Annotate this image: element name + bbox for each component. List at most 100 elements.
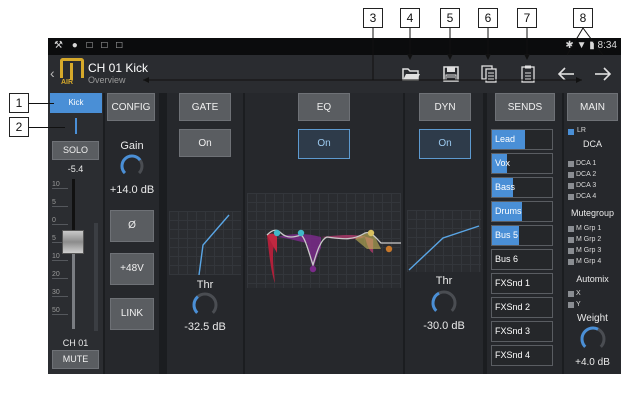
weight-value: +4.0 dB <box>575 357 610 368</box>
fader-scale-tick: 20 <box>52 271 68 279</box>
gate-thr-knob[interactable] <box>191 291 219 319</box>
sends-button[interactable]: SENDS <box>495 93 555 121</box>
send-label: Bus 5 <box>495 230 519 240</box>
send-label: Vox <box>495 158 511 168</box>
send-row[interactable]: Bus 5 <box>491 225 553 246</box>
send-row[interactable]: Drums <box>491 201 553 222</box>
eq-on-button[interactable]: On <box>298 129 350 159</box>
gate-thr-value: -32.5 dB <box>184 321 226 333</box>
phantom-48v-button[interactable]: +48V <box>110 253 154 285</box>
paste-icon[interactable] <box>518 64 538 84</box>
callout-4: 4 <box>400 8 420 28</box>
back-arrow-icon[interactable] <box>556 64 576 84</box>
automix-label: Y <box>576 301 581 308</box>
channel-title: CH 01 Kick <box>88 61 149 75</box>
dca-checkbox[interactable] <box>568 183 574 189</box>
status-time: ✱ ▼ ▮ 8:34 <box>565 40 617 51</box>
send-label: Drums <box>495 206 522 216</box>
callout-8: 8 <box>573 8 593 28</box>
mutegroup-checkbox[interactable] <box>568 226 574 232</box>
send-label: FXSnd 2 <box>495 302 531 312</box>
mutegroup-checkbox[interactable] <box>568 259 574 265</box>
send-row[interactable]: FXSnd 3 <box>491 321 553 342</box>
copy-icon[interactable] <box>479 64 499 84</box>
gate-section: GATE On Thr -32.5 dB <box>167 93 243 374</box>
save-icon[interactable] <box>441 64 461 84</box>
send-row[interactable]: Vox <box>491 153 553 174</box>
level-meter <box>94 223 98 331</box>
sends-section: SENDS Lead Vox Bass Drums Bus 5 Bus 6 FXSnd 1 F… <box>487 93 562 374</box>
dyn-thr-value: -30.0 dB <box>423 320 465 332</box>
dca-title: DCA <box>582 139 602 149</box>
eq-curve-graph[interactable] <box>247 193 401 288</box>
phase-button[interactable]: Ø <box>110 210 154 242</box>
dyn-curve-graph[interactable] <box>407 210 481 272</box>
send-row[interactable]: Bus 6 <box>491 249 553 270</box>
callout-7: 7 <box>517 8 537 28</box>
forward-arrow-icon[interactable] <box>593 64 613 84</box>
send-row[interactable]: FXSnd 4 <box>491 345 553 366</box>
fader-scale-tick: 0 <box>52 217 68 225</box>
callout-2: 2 <box>9 117 29 137</box>
dyn-section: DYN On Thr -30.0 dB <box>405 93 483 374</box>
channel-strip: Kick SOLO -5.4 10 5 0 5 10 20 30 50 CH 01 MUTE <box>48 93 103 374</box>
gain-knob[interactable] <box>119 153 145 179</box>
send-row[interactable]: Bass <box>491 177 553 198</box>
automix-checkbox[interactable] <box>568 291 574 297</box>
send-row[interactable]: Lead <box>491 129 553 150</box>
send-label: FXSnd 4 <box>495 350 531 360</box>
fader-scale-tick: 30 <box>52 289 68 297</box>
dca-checkbox[interactable] <box>568 161 574 167</box>
send-row[interactable]: FXSnd 1 <box>491 273 553 294</box>
eq-curve <box>266 229 401 283</box>
gate-on-button[interactable]: On <box>179 129 231 157</box>
dyn-curve <box>408 225 480 271</box>
lr-checkbox[interactable] <box>568 129 574 135</box>
mute-button[interactable]: MUTE <box>52 350 99 369</box>
dyn-thr-knob[interactable] <box>430 289 458 317</box>
callout-1: 1 <box>9 93 29 113</box>
gate-curve-graph[interactable] <box>169 211 241 276</box>
config-section: CONFIG Gain +14.0 dB Ø +48V LINK <box>105 93 159 374</box>
send-row[interactable]: FXSnd 2 <box>491 297 553 318</box>
dca-checkbox[interactable] <box>568 172 574 178</box>
solo-button[interactable]: SOLO <box>52 141 99 160</box>
status-icons-left: ⚒ ● □ □ □ <box>54 40 126 51</box>
weight-knob[interactable] <box>579 325 607 353</box>
folder-open-icon[interactable] <box>401 64 421 84</box>
main-button[interactable]: MAIN <box>567 93 618 121</box>
dyn-on-button[interactable]: On <box>419 129 471 159</box>
mutegroup-label: M Grp 2 <box>576 236 602 243</box>
channel-footer-label: CH 01 <box>62 338 89 348</box>
automix-checkbox[interactable] <box>568 302 574 308</box>
dca-label: DCA 4 <box>576 193 597 200</box>
status-bar: ⚒ ● □ □ □ ✱ ▼ ▮ 8:34 <box>48 38 621 55</box>
dca-label: DCA 2 <box>576 171 597 178</box>
mutegroup-checkbox[interactable] <box>568 248 574 254</box>
eq-section: EQ On <box>245 93 403 374</box>
channel-name-button[interactable]: Kick <box>50 93 102 113</box>
app-bar: ‹ AIR CH 01 Kick Overview <box>48 55 621 93</box>
app-back-chevron-icon[interactable]: ‹ <box>50 65 55 81</box>
config-button[interactable]: CONFIG <box>107 93 155 121</box>
fader-knob[interactable] <box>62 230 84 254</box>
dca-checkbox[interactable] <box>568 194 574 200</box>
fader-scale: 10 5 0 5 10 20 30 50 <box>52 181 82 331</box>
eq-button[interactable]: EQ <box>298 93 350 121</box>
mutegroup-label: M Grp 1 <box>576 225 602 232</box>
dyn-button[interactable]: DYN <box>419 93 471 121</box>
channel-color-bar[interactable] <box>75 118 77 134</box>
fader-value: -5.4 <box>67 164 84 174</box>
fader-scale-tick: 10 <box>52 181 68 189</box>
mutegroup-title: Mutegroup <box>570 208 615 218</box>
send-label: Bus 6 <box>495 254 519 264</box>
gate-button[interactable]: GATE <box>179 93 231 121</box>
air-logo: AIR <box>60 58 84 90</box>
callout-5: 5 <box>440 8 460 28</box>
gate-curve <box>198 214 230 276</box>
leader-2 <box>29 127 65 128</box>
link-button[interactable]: LINK <box>110 298 154 330</box>
mutegroup-checkbox[interactable] <box>568 237 574 243</box>
leader-1 <box>29 103 54 104</box>
dca-label: DCA 3 <box>576 182 597 189</box>
